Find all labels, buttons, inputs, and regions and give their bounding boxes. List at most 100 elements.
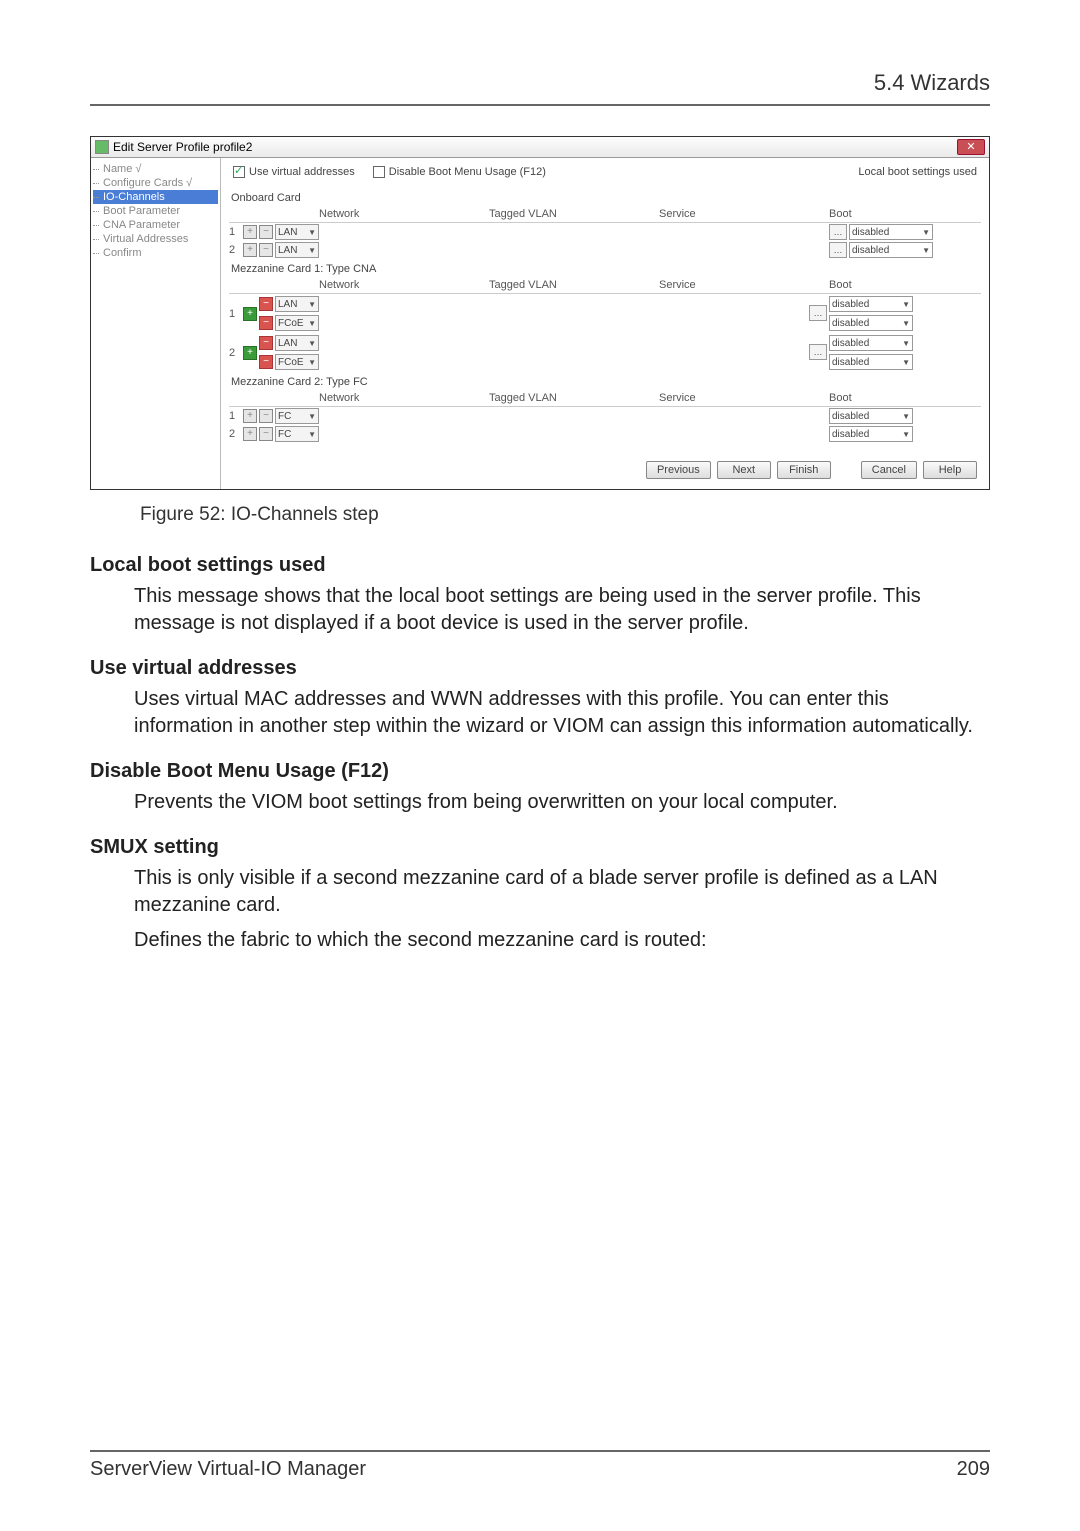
sidebar-item-virtual-addresses[interactable]: Virtual Addresses — [93, 232, 218, 246]
port-type-select[interactable]: LAN▼ — [275, 224, 319, 240]
sidebar-item-confirm[interactable]: Confirm — [93, 246, 218, 260]
figure-caption: Figure 52: IO-Channels step — [140, 504, 990, 526]
boot-config-button[interactable]: … — [829, 242, 847, 258]
dialog-window: Edit Server Profile profile2 ✕ Name √ Co… — [90, 136, 990, 490]
titlebar: Edit Server Profile profile2 ✕ — [91, 137, 989, 158]
document-body: Local boot settings used This message sh… — [90, 552, 990, 954]
remove-icon[interactable]: − — [259, 316, 273, 330]
add-icon[interactable]: + — [243, 346, 257, 360]
mezz2-grid-header: Network Tagged VLAN Service Boot — [229, 390, 981, 407]
col-boot: Boot — [829, 392, 959, 404]
next-button[interactable]: Next — [717, 461, 771, 479]
checkbox-icon — [233, 166, 245, 178]
help-button[interactable]: Help — [923, 461, 977, 479]
disable-boot-menu-label: Disable Boot Menu Usage (F12) — [389, 166, 546, 178]
remove-icon[interactable]: − — [259, 297, 273, 311]
onboard-grid-header: Network Tagged VLAN Service Boot — [229, 206, 981, 223]
boot-select[interactable]: disabled▼ — [849, 242, 933, 258]
disable-boot-menu-checkbox[interactable]: Disable Boot Menu Usage (F12) — [373, 166, 546, 178]
col-network: Network — [319, 208, 489, 220]
port-type-select[interactable]: LAN▼ — [275, 242, 319, 258]
boot-select[interactable]: disabled▼ — [829, 408, 913, 424]
finish-button[interactable]: Finish — [777, 461, 831, 479]
chevron-down-icon: ▼ — [308, 430, 316, 439]
expand-icon[interactable]: + — [243, 225, 257, 239]
def-disable-boot: Prevents the VIOM boot settings from bei… — [134, 789, 990, 816]
add-icon[interactable]: + — [243, 307, 257, 321]
remove-icon[interactable]: − — [259, 336, 273, 350]
boot-select[interactable]: disabled▼ — [829, 296, 913, 312]
chevron-down-icon: ▼ — [308, 339, 316, 348]
port-number: 2 — [229, 428, 241, 440]
def-smux-a: This is only visible if a second mezzani… — [134, 865, 990, 919]
chevron-down-icon: ▼ — [902, 339, 910, 348]
col-tagged-vlan: Tagged VLAN — [489, 208, 659, 220]
chevron-down-icon: ▼ — [308, 358, 316, 367]
boot-config-button[interactable]: … — [809, 305, 827, 321]
col-tagged-vlan: Tagged VLAN — [489, 392, 659, 404]
onboard-row: 2 + − LAN▼ … disabled▼ — [229, 241, 981, 259]
port-type-select[interactable]: LAN▼ — [275, 335, 319, 351]
minus-icon[interactable]: − — [259, 409, 273, 423]
cancel-button[interactable]: Cancel — [861, 461, 917, 479]
port-number: 1 — [229, 308, 241, 320]
def-use-virtual: Uses virtual MAC addresses and WWN addre… — [134, 686, 990, 740]
onboard-row: 1 + − LAN▼ … disabled▼ — [229, 223, 981, 241]
boot-select[interactable]: disabled▼ — [829, 335, 913, 351]
term-disable-boot: Disable Boot Menu Usage (F12) — [90, 758, 990, 785]
port-number: 1 — [229, 226, 241, 238]
col-boot: Boot — [829, 208, 959, 220]
port-number: 1 — [229, 410, 241, 422]
expand-icon[interactable]: + — [243, 409, 257, 423]
mezz2-card-title: Mezzanine Card 2: Type FC — [229, 372, 981, 390]
chevron-down-icon: ▼ — [308, 228, 316, 237]
chevron-down-icon: ▼ — [308, 300, 316, 309]
minus-icon[interactable]: − — [259, 225, 273, 239]
onboard-card-title: Onboard Card — [229, 188, 981, 206]
chevron-down-icon: ▼ — [902, 300, 910, 309]
mezz1-row: 1 + − LAN▼ − FCoE▼ — [229, 294, 981, 333]
col-service: Service — [659, 279, 829, 291]
sidebar-item-cna-parameter[interactable]: CNA Parameter — [93, 218, 218, 232]
boot-select[interactable]: disabled▼ — [829, 315, 913, 331]
previous-button[interactable]: Previous — [646, 461, 711, 479]
def-local-boot: This message shows that the local boot s… — [134, 583, 990, 637]
boot-config-button[interactable]: … — [829, 224, 847, 240]
sidebar-item-name[interactable]: Name √ — [93, 162, 218, 176]
col-boot: Boot — [829, 279, 959, 291]
boot-select[interactable]: disabled▼ — [829, 426, 913, 442]
term-local-boot: Local boot settings used — [90, 552, 990, 579]
port-type-select[interactable]: FCoE▼ — [275, 354, 319, 370]
minus-icon[interactable]: − — [259, 427, 273, 441]
window-icon — [95, 140, 109, 154]
sidebar-item-boot-parameter[interactable]: Boot Parameter — [93, 204, 218, 218]
expand-icon[interactable]: + — [243, 427, 257, 441]
mezz2-row: 1 + − FC▼ disabled▼ — [229, 407, 981, 425]
mezz2-row: 2 + − FC▼ disabled▼ — [229, 425, 981, 443]
col-service: Service — [659, 392, 829, 404]
expand-icon[interactable]: + — [243, 243, 257, 257]
use-virtual-addresses-checkbox[interactable]: Use virtual addresses — [233, 166, 355, 178]
chevron-down-icon: ▼ — [902, 412, 910, 421]
minus-icon[interactable]: − — [259, 243, 273, 257]
port-type-select[interactable]: LAN▼ — [275, 296, 319, 312]
sidebar-item-io-channels[interactable]: IO-Channels — [93, 190, 218, 204]
boot-select[interactable]: disabled▼ — [849, 224, 933, 240]
port-number: 2 — [229, 244, 241, 256]
remove-icon[interactable]: − — [259, 355, 273, 369]
chevron-down-icon: ▼ — [902, 430, 910, 439]
chevron-down-icon: ▼ — [922, 228, 930, 237]
close-icon[interactable]: ✕ — [957, 139, 985, 155]
section-header: 5.4 Wizards — [90, 70, 990, 96]
mezz1-grid-header: Network Tagged VLAN Service Boot — [229, 277, 981, 294]
boot-select[interactable]: disabled▼ — [829, 354, 913, 370]
top-rule — [90, 104, 990, 106]
sidebar-item-configure-cards[interactable]: Configure Cards √ — [93, 176, 218, 190]
chevron-down-icon: ▼ — [308, 412, 316, 421]
boot-config-button[interactable]: … — [809, 344, 827, 360]
port-type-select[interactable]: FC▼ — [275, 408, 319, 424]
port-type-select[interactable]: FCoE▼ — [275, 315, 319, 331]
use-virtual-addresses-label: Use virtual addresses — [249, 166, 355, 178]
chevron-down-icon: ▼ — [922, 246, 930, 255]
port-type-select[interactable]: FC▼ — [275, 426, 319, 442]
